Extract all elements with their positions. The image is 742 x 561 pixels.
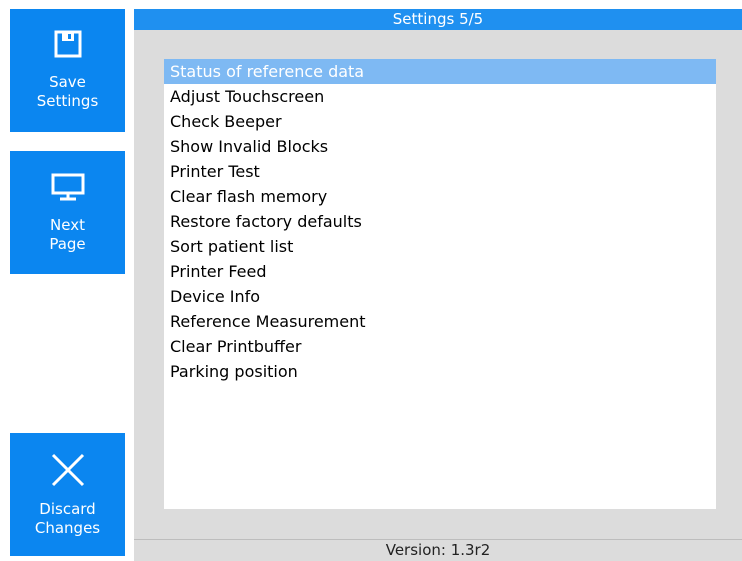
settings-list-item[interactable]: Clear flash memory (164, 184, 716, 209)
settings-list-item[interactable]: Adjust Touchscreen (164, 84, 716, 109)
next-page-button[interactable]: Next Page (10, 151, 125, 274)
save-settings-button[interactable]: Save Settings (10, 9, 125, 132)
settings-panel: Settings 5/5 Status of reference data Adj… (134, 9, 742, 561)
discard-button-label-line1: Discard (39, 500, 96, 518)
discard-button-label-line2: Changes (34, 519, 101, 537)
settings-list-item[interactable]: Check Beeper (164, 109, 716, 134)
settings-list: Status of reference data Adjust Touchscre… (164, 59, 716, 384)
settings-list-item[interactable]: Printer Test (164, 159, 716, 184)
save-button-label-line1: Save (49, 73, 86, 91)
next-button-label-line2: Page (49, 235, 86, 253)
settings-list-box: Status of reference data Adjust Touchscre… (164, 59, 716, 509)
settings-list-item[interactable]: Reference Measurement (164, 309, 716, 334)
next-button-label-line1: Next (50, 216, 85, 234)
settings-list-item[interactable]: Parking position (164, 359, 716, 384)
settings-list-item[interactable]: Sort patient list (164, 234, 716, 259)
settings-list-item[interactable]: Device Info (164, 284, 716, 309)
discard-changes-button[interactable]: Discard Changes (10, 433, 125, 556)
save-button-label-line2: Settings (36, 92, 99, 110)
settings-list-item[interactable]: Clear Printbuffer (164, 334, 716, 359)
settings-list-item[interactable]: Printer Feed (164, 259, 716, 284)
floppy-disk-icon (54, 30, 81, 58)
monitor-icon (51, 173, 84, 201)
settings-list-item[interactable]: Restore factory defaults (164, 209, 716, 234)
version-label: Version: 1.3r2 (134, 539, 742, 561)
settings-list-item[interactable]: Show Invalid Blocks (164, 134, 716, 159)
page-title: Settings 5/5 (134, 9, 742, 30)
settings-list-item[interactable]: Status of reference data (164, 59, 716, 84)
close-x-icon (51, 453, 84, 487)
